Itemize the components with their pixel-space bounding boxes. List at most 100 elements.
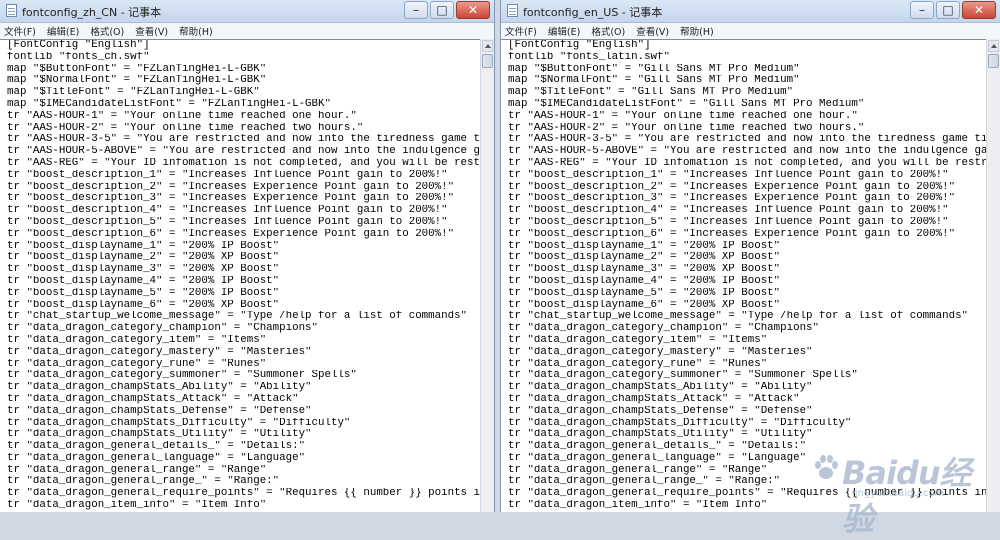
text-line: tr "chat_startup_welcome_message" = "Typ… <box>7 311 468 323</box>
text-line: tr "data_dragon_general_language" = "Lan… <box>7 452 306 464</box>
text-line: tr "data_dragon_champStats_Ability" = "A… <box>7 382 312 394</box>
baidu-jingyan-watermark: Baidu经验 jingyan.baidu.com <box>808 444 988 538</box>
scrollbar-thumb[interactable] <box>988 54 999 68</box>
text-line: tr "chat_startup_welcome_message" = "Typ… <box>508 311 969 323</box>
text-line: tr "data_dragon_general_require_points" … <box>7 488 480 500</box>
maximize-button[interactable]: □ <box>430 1 454 19</box>
text-line: tr "boost_description_1" = "Increases In… <box>508 169 949 181</box>
text-line: tr "data_dragon_category_summoner" = "Su… <box>7 370 357 382</box>
text-editor-area[interactable]: [FontConfig "English"] fontlib "fonts_lat… <box>501 39 986 512</box>
text-line: tr "boost_description_6" = "Increases Ex… <box>7 228 455 240</box>
menu-help[interactable]: 帮助(H) <box>179 24 213 38</box>
window-title: fontconfig_zh_CN - 记事本 <box>22 6 162 19</box>
text-line: [FontConfig "English"] <box>7 40 150 51</box>
text-line: tr "boost_description_3" = "Increases Ex… <box>7 193 455 205</box>
text-line: tr "boost_description_6" = "Increases Ex… <box>508 228 956 240</box>
notepad-icon <box>6 4 17 17</box>
text-line: tr "boost_description_4" = "Increases In… <box>7 205 448 217</box>
scrollbar-thumb[interactable] <box>482 54 493 68</box>
text-line: tr "data_dragon_general_range_" = "Range… <box>7 476 280 488</box>
text-editor-area[interactable]: [FontConfig "English"] fontlib "fonts_ch.… <box>0 39 480 512</box>
menu-format[interactable]: 格式(O) <box>90 24 124 38</box>
title-bar[interactable]: fontconfig_en_US - 记事本 – □ ✕ <box>501 0 1000 23</box>
text-line: tr "boost_displayname_1" = "200% IP Boos… <box>7 240 280 252</box>
text-line: tr "AAS-REG" = "Your ID infomation is no… <box>7 157 480 169</box>
scroll-up-arrow-icon[interactable] <box>482 40 493 52</box>
text-line: tr "data_dragon_category_item" = "Items" <box>7 334 267 346</box>
notepad-window-zh-cn[interactable]: fontconfig_zh_CN - 记事本 – □ ✕ 文件(F) 编辑(E)… <box>0 0 495 512</box>
window-controls: – □ ✕ <box>910 1 996 19</box>
text-line: tr "AAS-HOUR-5-ABOVE" = "You are restric… <box>508 146 986 158</box>
text-line: tr "AAS-HOUR-3-5" = "You are restricted … <box>7 134 480 146</box>
text-line: map "$IMECandidateListFont" = "FZLanTing… <box>7 98 331 110</box>
text-line: tr "data_dragon_category_champion" = "Ch… <box>7 323 319 335</box>
maximize-button[interactable]: □ <box>936 1 960 19</box>
text-line: tr "data_dragon_champStats_Defense" = "D… <box>508 405 813 417</box>
title-bar[interactable]: fontconfig_zh_CN - 记事本 – □ ✕ <box>0 0 494 23</box>
text-line: map "$IMECandidateListFont" = "Gill Sans… <box>508 98 865 110</box>
menu-help[interactable]: 帮助(H) <box>680 24 714 38</box>
window-title: fontconfig_en_US - 记事本 <box>523 6 663 19</box>
text-line: tr "AAS-HOUR-2" = "Your online time reac… <box>508 122 865 134</box>
text-line: tr "boost_displayname_4" = "200% IP Boos… <box>508 275 781 287</box>
menu-format[interactable]: 格式(O) <box>591 24 625 38</box>
text-line: map "$TitleFont" = "FZLanTingHei-L-GBK" <box>7 87 260 99</box>
text-line: tr "boost_description_3" = "Increases Ex… <box>508 193 956 205</box>
watermark-url: jingyan.baidu.com <box>852 488 945 499</box>
text-line: tr "boost_displayname_3" = "200% XP Boos… <box>7 264 280 276</box>
text-line: tr "data_dragon_general_details_" = "Det… <box>7 441 306 453</box>
vertical-scrollbar[interactable] <box>986 39 1000 512</box>
text-line: tr "data_dragon_category_rune" = "Runes" <box>7 358 267 370</box>
text-line: tr "data_dragon_champStats_Ability" = "A… <box>508 382 813 394</box>
menu-bar: 文件(F) 编辑(E) 格式(O) 查看(V) 帮助(H) <box>0 23 494 40</box>
text-line: [FontConfig "English"] <box>508 40 651 51</box>
text-line: tr "data_dragon_general_range" = "Range" <box>7 464 267 476</box>
close-button[interactable]: ✕ <box>456 1 490 19</box>
text-line: map "$NormalFont" = "FZLanTingHei-L-GBK" <box>7 75 267 87</box>
text-line: tr "data_dragon_champStats_Attack" = "At… <box>7 393 299 405</box>
menu-file[interactable]: 文件(F) <box>505 24 537 38</box>
text-line: tr "AAS-HOUR-5-ABOVE" = "You are restric… <box>7 146 480 158</box>
minimize-button[interactable]: – <box>910 1 934 19</box>
text-line: tr "boost_description_5" = "Increases In… <box>508 216 949 228</box>
menu-edit[interactable]: 编辑(E) <box>548 24 580 38</box>
close-button[interactable]: ✕ <box>962 1 996 19</box>
text-line: tr "data_dragon_champStats_Utility" = "U… <box>7 429 312 441</box>
text-line: tr "AAS-HOUR-2" = "Your online time reac… <box>7 122 364 134</box>
text-line: map "$ButtonFont" = "Gill Sans MT Pro Me… <box>508 63 800 75</box>
minimize-button[interactable]: – <box>404 1 428 19</box>
menu-file[interactable]: 文件(F) <box>4 24 36 38</box>
notepad-icon <box>507 4 518 17</box>
text-line: tr "boost_displayname_1" = "200% IP Boos… <box>508 240 781 252</box>
text-line: tr "boost_displayname_6" = "200% XP Boos… <box>7 299 280 311</box>
text-line: tr "data_dragon_champStats_Difficulty" =… <box>508 417 852 429</box>
text-line: tr "boost_description_2" = "Increases Ex… <box>7 181 455 193</box>
menu-bar: 文件(F) 编辑(E) 格式(O) 查看(V) 帮助(H) <box>501 23 1000 40</box>
text-line: tr "data_dragon_champStats_Utility" = "U… <box>508 429 813 441</box>
text-line: tr "boost_description_1" = "Increases In… <box>7 169 448 181</box>
text-line: tr "boost_displayname_3" = "200% XP Boos… <box>508 264 781 276</box>
text-line: fontlib "fonts_latin.swf" <box>508 51 670 63</box>
vertical-scrollbar[interactable] <box>480 39 494 512</box>
text-line: tr "boost_displayname_5" = "200% IP Boos… <box>7 287 280 299</box>
text-line: tr "AAS-HOUR-3-5" = "You are restricted … <box>508 134 986 146</box>
text-line: map "$ButtonFont" = "FZLanTingHei-L-GBK" <box>7 63 267 75</box>
text-line: tr "data_dragon_category_item" = "Items" <box>508 334 768 346</box>
text-line: fontlib "fonts_ch.swf" <box>7 51 150 63</box>
menu-view[interactable]: 查看(V) <box>636 24 669 38</box>
text-line: tr "boost_displayname_5" = "200% IP Boos… <box>508 287 781 299</box>
text-line: map "$NormalFont" = "Gill Sans MT Pro Me… <box>508 75 800 87</box>
text-line: tr "boost_displayname_6" = "200% XP Boos… <box>508 299 781 311</box>
menu-edit[interactable]: 编辑(E) <box>47 24 79 38</box>
text-line: tr "boost_description_5" = "Increases In… <box>7 216 448 228</box>
text-line: tr "data_dragon_category_mastery" = "Mas… <box>508 346 813 358</box>
notepad-window-en-us[interactable]: fontconfig_en_US - 记事本 – □ ✕ 文件(F) 编辑(E)… <box>500 0 1000 512</box>
text-line: tr "data_dragon_champStats_Defense" = "D… <box>7 405 312 417</box>
text-line: tr "data_dragon_category_mastery" = "Mas… <box>7 346 312 358</box>
scroll-up-arrow-icon[interactable] <box>988 40 999 52</box>
text-line: tr "boost_description_2" = "Increases Ex… <box>508 181 956 193</box>
baidu-paw-icon <box>815 455 838 479</box>
text-line: tr "data_dragon_item_info" = "Item Info" <box>7 500 267 512</box>
menu-view[interactable]: 查看(V) <box>135 24 168 38</box>
text-line: tr "AAS-HOUR-1" = "Your online time reac… <box>7 110 357 122</box>
